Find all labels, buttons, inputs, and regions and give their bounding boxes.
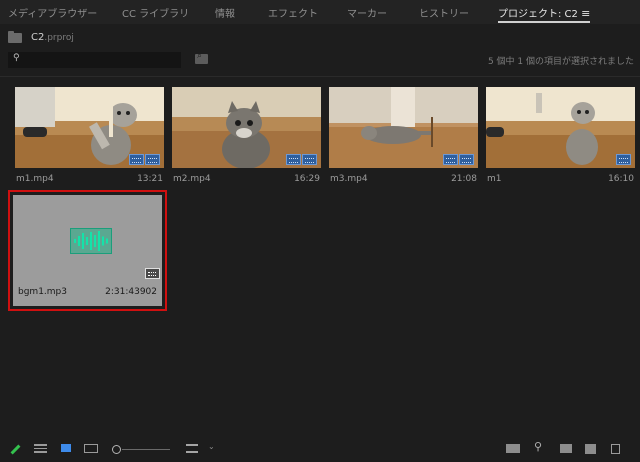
video-thumbnail [15, 87, 164, 168]
divider [0, 76, 640, 77]
item-name: m2.mp4 [173, 174, 211, 184]
tab-markers[interactable]: マーカー [347, 5, 387, 20]
audio-badge-icon [459, 154, 474, 165]
chevron-down-icon[interactable]: ⌄ [208, 442, 215, 451]
video-badge-icon [286, 154, 301, 165]
item-duration: 21:08 [451, 174, 477, 184]
project-header: C2.prproj [0, 28, 640, 50]
video-thumbnail [172, 87, 321, 168]
pencil-icon[interactable] [10, 444, 21, 455]
panel-tab-bar: メディアブラウザー CC ライブラリ 情報 エフェクト マーカー ヒストリー プ… [0, 0, 640, 24]
item-duration: 16:10 [608, 174, 634, 184]
item-duration: 13:21 [137, 174, 163, 184]
search-row: ⚲ 5 個中 1 個の項目が選択されました [0, 51, 640, 68]
tab-effects[interactable]: エフェクト [268, 5, 318, 20]
item-name: bgm1.mp3 [18, 287, 67, 297]
tab-project[interactable]: プロジェクト: C2 ≡ [498, 5, 590, 20]
video-badge-icon [129, 154, 144, 165]
sequence-thumbnail [486, 87, 635, 168]
zoom-slider-track[interactable] [122, 449, 170, 450]
project-name-base: C2 [31, 32, 45, 43]
new-bin-icon[interactable] [560, 444, 572, 453]
tab-media-browser[interactable]: メディアブラウザー [8, 5, 97, 20]
item-name: m1 [487, 174, 502, 184]
item-duration: 2:31:43902 [105, 287, 157, 297]
media-grid: m1.mp4 13:21 m2.mp4 16:29 m3.mp4 21:08 m… [0, 78, 640, 428]
media-item-bgm1-mp3-selected[interactable]: bgm1.mp3 2:31:43902 [8, 190, 167, 311]
bottom-toolbar: ⌄ ⚲ [0, 436, 640, 462]
search-icon: ⚲ [13, 53, 20, 63]
item-duration: 16:29 [294, 174, 320, 184]
project-name-ext: .prproj [44, 33, 74, 43]
audio-badge-icon [145, 154, 160, 165]
selection-status: 5 個中 1 個の項目が選択されました [487, 57, 634, 67]
video-thumbnail [329, 87, 478, 168]
trash-icon[interactable] [611, 444, 620, 454]
audio-badge-icon [302, 154, 317, 165]
find-icon[interactable]: ⚲ [534, 440, 542, 453]
hamburger-icon[interactable]: ≡ [581, 7, 590, 20]
sequence-badge-icon [616, 154, 631, 165]
media-item-m1-mp4[interactable]: m1.mp4 13:21 [15, 87, 164, 190]
new-item-icon[interactable] [585, 444, 596, 454]
audio-thumbnail: bgm1.mp3 2:31:43902 [13, 195, 162, 306]
active-tab-indicator [498, 21, 590, 23]
audio-badge-icon [145, 268, 160, 279]
freeform-view-icon[interactable] [84, 444, 98, 453]
new-search-bin-icon[interactable] [195, 51, 208, 64]
automate-sequence-icon[interactable] [506, 444, 520, 453]
item-name: m1.mp4 [16, 174, 54, 184]
media-item-m3-mp4[interactable]: m3.mp4 21:08 [329, 87, 478, 190]
tab-history[interactable]: ヒストリー [419, 5, 469, 20]
search-input[interactable]: ⚲ [8, 52, 181, 68]
icon-view-icon[interactable] [61, 444, 71, 452]
media-item-m1-sequence[interactable]: m1 16:10 [486, 87, 635, 190]
waveform-icon [70, 228, 112, 254]
tab-info[interactable]: 情報 [215, 5, 235, 20]
zoom-slider-handle[interactable] [112, 445, 121, 454]
item-name: m3.mp4 [330, 174, 368, 184]
media-item-m2-mp4[interactable]: m2.mp4 16:29 [172, 87, 321, 190]
project-name: C2.prproj [31, 32, 74, 43]
list-view-icon[interactable] [34, 444, 47, 453]
video-badge-icon [443, 154, 458, 165]
sort-icon[interactable] [186, 444, 198, 453]
tab-project-label: プロジェクト: C2 [498, 9, 578, 20]
folder-icon [8, 31, 22, 43]
tab-cc-libraries[interactable]: CC ライブラリ [122, 5, 189, 20]
